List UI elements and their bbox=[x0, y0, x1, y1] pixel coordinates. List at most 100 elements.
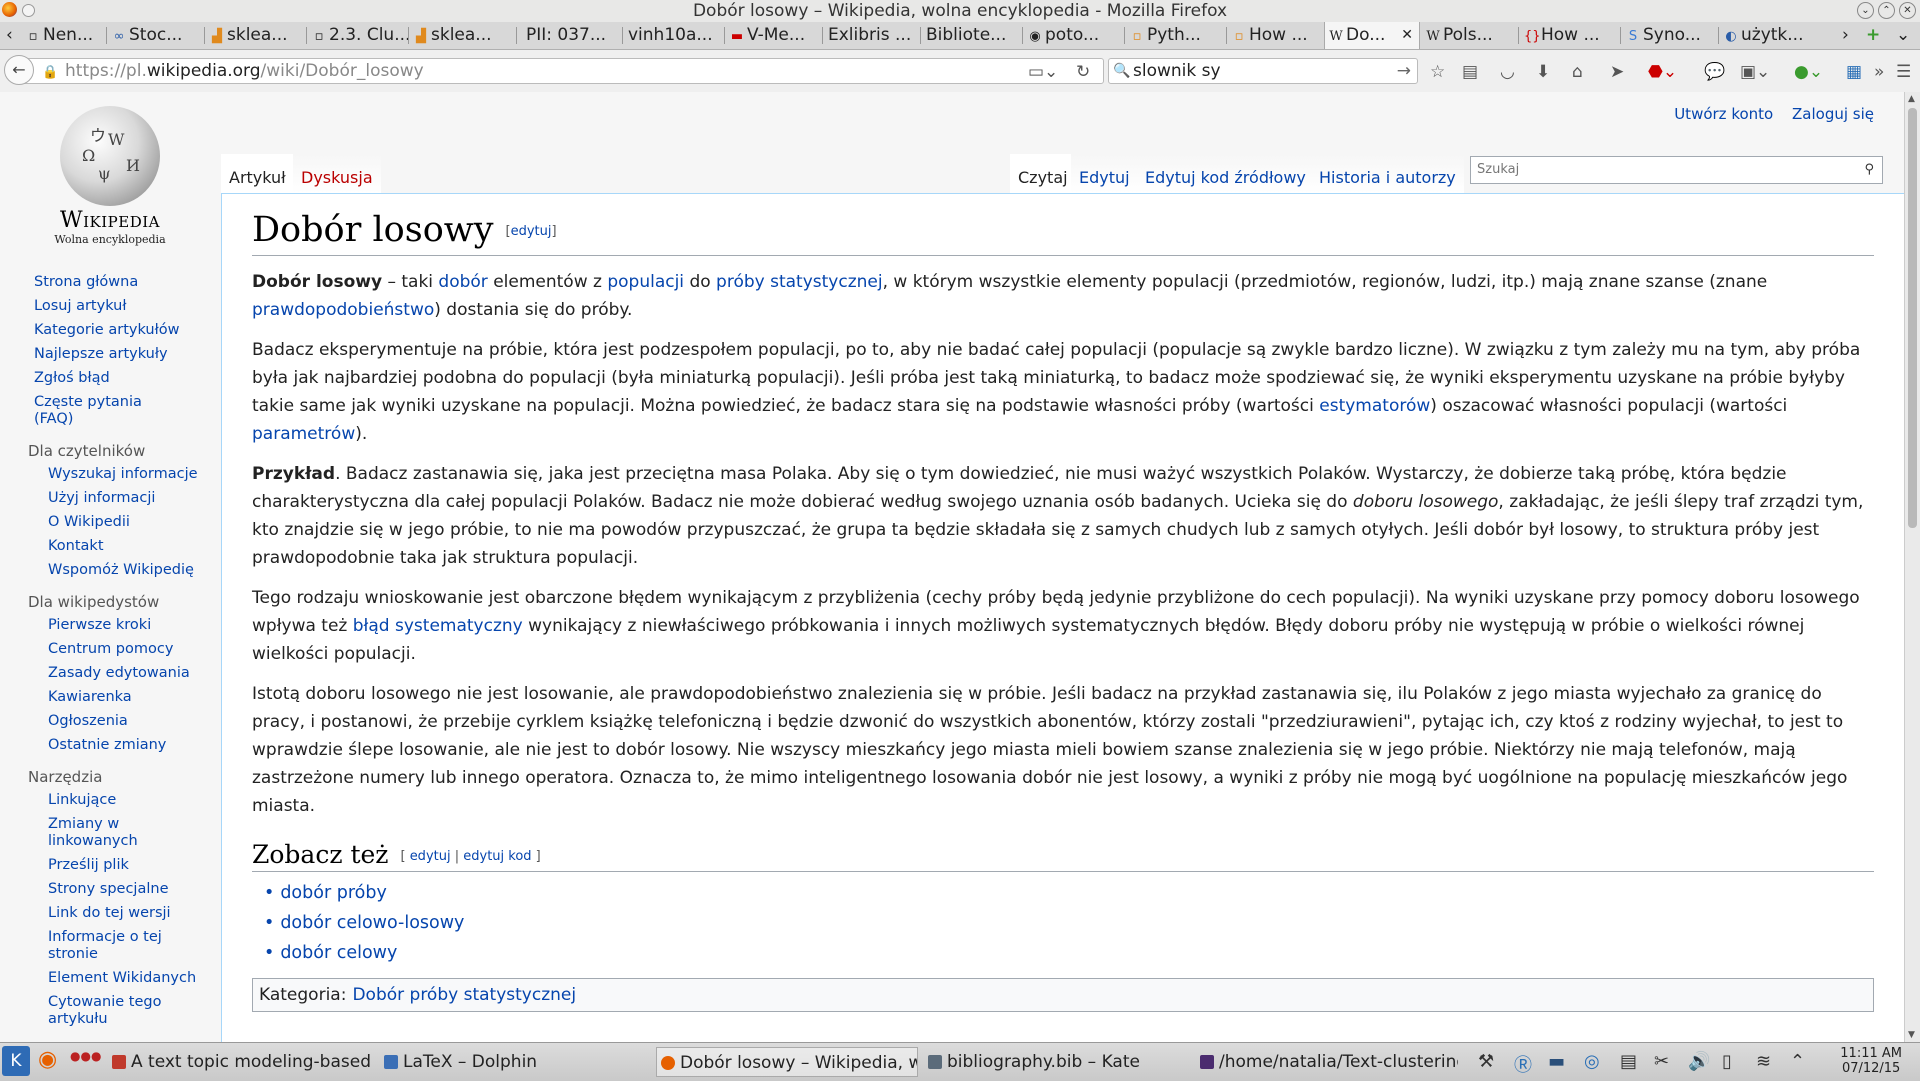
tab-history[interactable]: Historia i autorzy bbox=[1311, 154, 1464, 193]
browser-tab[interactable]: ◉ poto... bbox=[1024, 22, 1124, 49]
send-icon[interactable]: ➤ bbox=[1610, 62, 1624, 82]
sidebar-item[interactable]: Wyszukaj informacje bbox=[48, 466, 198, 483]
see-also-item[interactable]: dobór próby bbox=[264, 878, 1874, 908]
browser-tab[interactable]: PII: 037... bbox=[522, 22, 622, 49]
tab-scroll-left-icon[interactable]: ‹ bbox=[0, 22, 20, 49]
printer-icon[interactable]: ▤ bbox=[1620, 1051, 1637, 1072]
edit-link[interactable]: edytuj bbox=[410, 849, 451, 864]
category-link[interactable]: Dobór próby statystycznej bbox=[352, 985, 576, 1005]
chat-icon[interactable]: 💬 bbox=[1704, 62, 1725, 82]
sidebar-item[interactable]: Zgłoś błąd bbox=[34, 370, 184, 387]
browser-tab[interactable]: Exlibris ... bbox=[824, 22, 920, 49]
edit-code-link[interactable]: edytuj kod bbox=[463, 849, 531, 864]
sidebar-item[interactable]: Kawiarenka bbox=[48, 689, 198, 706]
link-estymatorow[interactable]: estymatorów bbox=[1319, 396, 1430, 416]
sidebar-item[interactable]: Ogłoszenia bbox=[48, 713, 198, 730]
sidebar-item[interactable]: Częste pytania (FAQ) bbox=[34, 394, 184, 428]
browser-tab[interactable]: ▫ Pyth... bbox=[1126, 22, 1226, 49]
browser-tab[interactable]: ▬ V-Me... bbox=[726, 22, 822, 49]
scroll-up-icon[interactable]: ▲ bbox=[1908, 94, 1915, 104]
browser-tab[interactable]: W Pols... bbox=[1422, 22, 1518, 49]
taskbar-item[interactable]: bibliography.bib – Kate bbox=[928, 1047, 1188, 1077]
sidebar-item[interactable]: Strona główna bbox=[34, 274, 184, 291]
back-button[interactable]: ← bbox=[4, 55, 34, 85]
browser-tab[interactable]: vinh10a... bbox=[624, 22, 724, 49]
tab-list-icon[interactable]: ⌄ bbox=[1892, 22, 1916, 49]
start-menu-icon[interactable]: K bbox=[2, 1046, 30, 1076]
wifi-icon[interactable]: ≋ bbox=[1756, 1051, 1771, 1072]
sidebar-item[interactable]: Informacje o tej stronie bbox=[48, 929, 198, 963]
lock-icon[interactable]: 🔒 bbox=[42, 65, 58, 80]
mail-icon[interactable]: ▬ bbox=[1548, 1051, 1565, 1072]
tools-icon[interactable]: ⚒ bbox=[1478, 1051, 1494, 1072]
sidebar-item[interactable]: Pierwsze kroki bbox=[48, 617, 198, 634]
new-tab-icon[interactable]: + bbox=[1862, 22, 1886, 49]
volume-icon[interactable]: 🔊 bbox=[1688, 1051, 1710, 1072]
activity-dots-icon[interactable]: ●●● bbox=[70, 1049, 101, 1063]
browser-tab[interactable]: ∞ Stoc... bbox=[108, 22, 204, 49]
home-icon[interactable]: ⌂ bbox=[1572, 62, 1583, 82]
taskbar-item[interactable]: A text topic modeling-based bbox=[112, 1047, 370, 1077]
sidebar-item[interactable]: Zasady edytowania bbox=[48, 665, 198, 682]
reload-icon[interactable]: ↻ bbox=[1076, 62, 1090, 82]
clipboard-icon[interactable]: ✂ bbox=[1654, 1051, 1669, 1072]
sidebar-item[interactable]: Linkujące bbox=[48, 792, 198, 809]
sidebar-item[interactable]: Losuj artykuł bbox=[34, 298, 184, 315]
link-proby-statystycznej[interactable]: próby statystycznej bbox=[716, 272, 883, 292]
tab-read[interactable]: Czytaj bbox=[1010, 154, 1076, 193]
scroll-down-icon[interactable]: ▼ bbox=[1908, 1030, 1915, 1040]
link-dobor[interactable]: dobór bbox=[438, 272, 487, 292]
edit-link[interactable]: edytuj bbox=[511, 224, 552, 239]
sidebar-item[interactable]: Cytowanie tego artykułu bbox=[48, 994, 198, 1028]
sidebar-item[interactable]: Kategorie artykułów bbox=[34, 322, 184, 339]
wiki-search-input[interactable]: Szukaj ⚲ bbox=[1470, 156, 1883, 184]
link-prawdopodobienstwo[interactable]: prawdopodobieństwo bbox=[252, 300, 434, 320]
close-tab-icon[interactable]: ✕ bbox=[1401, 22, 1413, 49]
browser-tab[interactable]: ▟ sklea... bbox=[410, 22, 516, 49]
firefox-launcher-icon[interactable]: ◉ bbox=[38, 1047, 57, 1072]
search-icon[interactable]: ⚲ bbox=[1864, 157, 1874, 183]
overflow-icon[interactable]: » bbox=[1874, 62, 1884, 82]
tab-article[interactable]: Artykuł bbox=[221, 154, 294, 193]
sidebar-item[interactable]: Ostatnie zmiany bbox=[48, 737, 198, 754]
sidebar-item[interactable]: Element Wikidanych bbox=[48, 970, 198, 987]
taskbar-item[interactable]: LaTeX – Dolphin bbox=[384, 1047, 654, 1077]
sidebar-item[interactable]: Użyj informacji bbox=[48, 490, 198, 507]
sidebar-item[interactable]: Strony specjalne bbox=[48, 881, 198, 898]
browser-tab[interactable]: ◐ użytk... bbox=[1720, 22, 1820, 49]
sidebar-item[interactable]: Najlepsze artykuły bbox=[34, 346, 184, 363]
taskbar-item[interactable]: /home/natalia/Text-clustering bbox=[1200, 1047, 1458, 1077]
wikipedia-logo[interactable]: ΩW ψИウ Wikipedia Wolna encyklopedia bbox=[50, 106, 170, 246]
reader-view-icon[interactable]: ▭⌄ bbox=[1028, 62, 1058, 82]
search-go-icon[interactable]: → bbox=[1397, 59, 1411, 83]
browser-tab[interactable]: ▟ sklea... bbox=[206, 22, 306, 49]
tab-edit-source[interactable]: Edytuj kod źródłowy bbox=[1137, 154, 1314, 193]
create-account-link[interactable]: Utwórz konto bbox=[1674, 105, 1773, 123]
see-also-item[interactable]: dobór celowo-losowy bbox=[264, 908, 1874, 938]
sidebar-item[interactable]: Kontakt bbox=[48, 538, 198, 555]
extension-icon[interactable]: ▦ bbox=[1846, 62, 1862, 82]
minimize-icon[interactable]: ⌄ bbox=[1857, 2, 1874, 19]
link-populacji[interactable]: populacji bbox=[607, 272, 684, 292]
browser-tab[interactable]: ▫ Nen... bbox=[22, 22, 106, 49]
maximize-icon[interactable]: ⌃ bbox=[1878, 2, 1895, 19]
menu-icon[interactable]: ☰ bbox=[1896, 62, 1911, 82]
sidebar-item[interactable]: O Wikipedii bbox=[48, 514, 198, 531]
browser-tab[interactable]: ▫ 2.3. Clu... bbox=[308, 22, 408, 49]
taskbar-item-active[interactable]: Dobór losowy – Wikipedia, wo bbox=[656, 1047, 918, 1077]
bookmark-star-icon[interactable]: ☆ bbox=[1430, 62, 1445, 82]
battery-icon[interactable]: ▯ bbox=[1722, 1051, 1732, 1072]
tray-expand-icon[interactable]: ⌃ bbox=[1790, 1051, 1805, 1072]
see-also-item[interactable]: dobór celowy bbox=[264, 938, 1874, 968]
search-input[interactable]: 🔍 slownik sy → bbox=[1108, 58, 1418, 84]
close-window-icon[interactable]: ✕ bbox=[1899, 2, 1916, 19]
tab-edit[interactable]: Edytuj bbox=[1071, 154, 1138, 193]
clock[interactable]: 11:11 AM 07/12/15 bbox=[1840, 1046, 1902, 1076]
sidebar-item[interactable]: Zmiany w linkowanych bbox=[48, 816, 198, 850]
search-engine-icon[interactable]: 🔍 bbox=[1113, 59, 1130, 83]
screenshot-icon[interactable]: ▣⌄ bbox=[1740, 62, 1770, 82]
tab-scroll-right-icon[interactable]: › bbox=[1838, 22, 1858, 49]
browser-tab[interactable]: ▫ How ... bbox=[1228, 22, 1324, 49]
link-blad-systematyczny[interactable]: błąd systematyczny bbox=[353, 616, 523, 636]
download-icon[interactable]: ⬇ bbox=[1536, 62, 1550, 82]
